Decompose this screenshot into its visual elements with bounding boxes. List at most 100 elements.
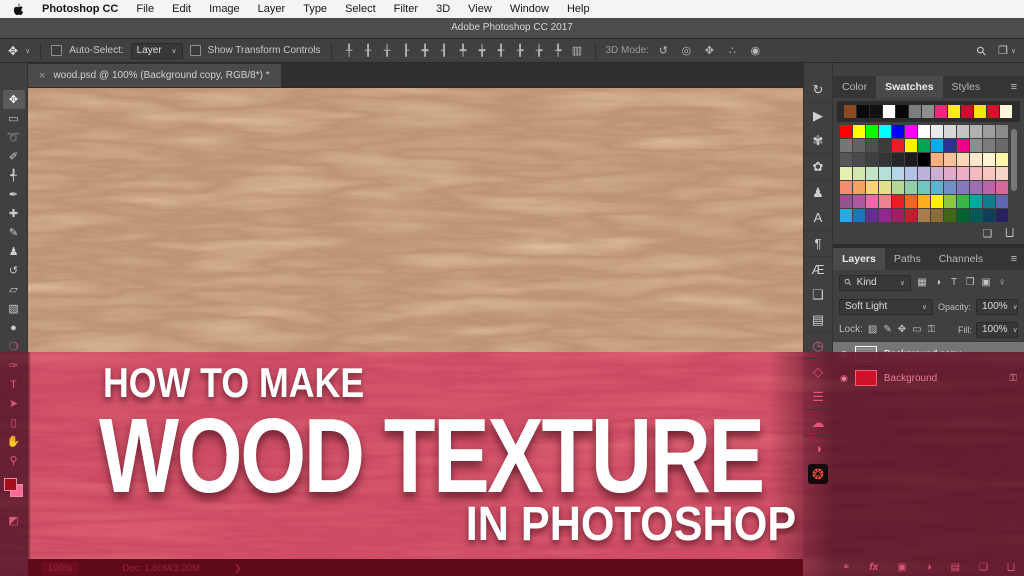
menu-item-layer[interactable]: Layer <box>258 3 286 15</box>
swatch[interactable] <box>905 125 917 138</box>
swatch[interactable] <box>996 139 1008 152</box>
swatch[interactable] <box>879 181 891 194</box>
lock-pixels-icon[interactable]: ✎ <box>883 324 891 335</box>
fill-field[interactable]: 100% ∨ <box>976 322 1018 338</box>
swatch[interactable] <box>892 139 904 152</box>
swatch[interactable] <box>931 125 943 138</box>
align-right-edges-icon[interactable]: ┨ <box>437 44 452 57</box>
3d-slide-icon[interactable]: ∴ <box>725 44 740 57</box>
recent-swatch[interactable] <box>922 105 934 118</box>
swatch[interactable] <box>905 139 917 152</box>
distribute-top-edges-icon[interactable]: ╇ <box>456 44 471 57</box>
quick-mask-button[interactable]: ◩ <box>3 511 25 530</box>
3d-panel-icon[interactable]: ◇ <box>804 358 832 384</box>
close-tab-icon[interactable]: × <box>39 70 45 82</box>
swatches-tab-color[interactable]: Color <box>833 76 876 98</box>
recent-swatch[interactable] <box>1000 105 1012 118</box>
layer-row[interactable]: ◉Background⚿ <box>833 366 1024 390</box>
swatch[interactable] <box>853 181 865 194</box>
swatch[interactable] <box>892 209 904 222</box>
swatch[interactable] <box>918 125 930 138</box>
swatch[interactable] <box>931 153 943 166</box>
swatch[interactable] <box>866 153 878 166</box>
layer-comps-panel-icon[interactable]: ❏ <box>804 282 832 307</box>
swatch[interactable] <box>983 167 995 180</box>
workspace-switcher[interactable]: ❐∨ <box>998 44 1016 57</box>
layers-tab-paths[interactable]: Paths <box>885 248 930 270</box>
swatches-panel-menu-icon[interactable]: ≡ <box>1004 76 1024 98</box>
swatch[interactable] <box>970 125 982 138</box>
filter-adjustment-layers-icon[interactable]: ◑ <box>931 277 945 288</box>
tool-preset-chevron-icon[interactable]: ∨ <box>25 47 30 55</box>
visibility-eye-icon[interactable]: ◉ <box>840 373 848 384</box>
swatch[interactable] <box>944 125 956 138</box>
swatch[interactable] <box>996 181 1008 194</box>
auto-align-layers-icon[interactable]: ▥ <box>570 44 585 57</box>
swatch[interactable] <box>892 181 904 194</box>
new-swatch-icon[interactable]: ❏ <box>982 227 992 240</box>
layer-thumbnail[interactable] <box>855 370 877 386</box>
swatch[interactable] <box>918 209 930 222</box>
swatch[interactable] <box>957 153 969 166</box>
swatch[interactable] <box>840 209 852 222</box>
brush-tool[interactable]: ✎ <box>3 223 25 242</box>
adjustment-layer-icon[interactable]: ◑ <box>926 562 932 573</box>
layers-panel-menu-icon[interactable]: ≡ <box>1004 248 1024 270</box>
layer-group-icon[interactable]: ▤ <box>951 562 960 573</box>
blur-tool[interactable]: ● <box>3 318 25 337</box>
swatch[interactable] <box>944 195 956 208</box>
swatch[interactable] <box>879 167 891 180</box>
distribute-vertical-centers-icon[interactable]: ╈ <box>475 44 490 57</box>
auto-select-checkbox[interactable] <box>51 45 62 56</box>
swatch[interactable] <box>866 181 878 194</box>
swatch[interactable] <box>892 195 904 208</box>
link-layers-icon[interactable]: ⚭ <box>842 562 850 573</box>
swatch[interactable] <box>996 125 1008 138</box>
menu-app-name[interactable]: Photoshop CC <box>42 3 118 15</box>
zoom-tool[interactable]: ⚲ <box>3 451 25 470</box>
move-tool[interactable]: ✥ <box>3 90 25 109</box>
swatch[interactable] <box>840 139 852 152</box>
lock-position-icon[interactable]: ✥ <box>898 324 906 335</box>
timeline-panel-icon[interactable]: ◷ <box>804 332 832 358</box>
swatch[interactable] <box>983 195 995 208</box>
brush-presets-panel-icon[interactable]: ✾ <box>804 128 832 153</box>
swatches-tab-styles[interactable]: Styles <box>943 76 990 98</box>
distribute-bottom-edges-icon[interactable]: ╉ <box>494 44 509 57</box>
swatch[interactable] <box>905 153 917 166</box>
swatch[interactable] <box>840 125 852 138</box>
swatch[interactable] <box>996 167 1008 180</box>
align-vertical-centers-icon[interactable]: ╂ <box>361 44 376 57</box>
swatch[interactable] <box>931 167 943 180</box>
swatch[interactable] <box>892 125 904 138</box>
filter-toggle-icon[interactable]: ♀ <box>995 277 1009 288</box>
recent-swatch[interactable] <box>974 105 986 118</box>
swatch[interactable] <box>840 153 852 166</box>
menu-item-image[interactable]: Image <box>209 3 240 15</box>
menu-item-filter[interactable]: Filter <box>394 3 418 15</box>
swatch[interactable] <box>944 181 956 194</box>
foreground-color-swatch[interactable] <box>4 478 17 491</box>
filter-pixel-layers-icon[interactable]: ▦ <box>915 277 929 288</box>
swatch[interactable] <box>931 181 943 194</box>
layers-tab-channels[interactable]: Channels <box>930 248 992 270</box>
hand-tool[interactable]: ✋ <box>3 432 25 451</box>
align-left-edges-icon[interactable]: ┠ <box>399 44 414 57</box>
3d-orbit-icon[interactable]: ↺ <box>656 44 671 57</box>
layers-tab-layers[interactable]: Layers <box>833 248 885 270</box>
swatch[interactable] <box>853 125 865 138</box>
swatch[interactable] <box>983 209 995 222</box>
recent-swatch[interactable] <box>857 105 869 118</box>
align-horizontal-centers-icon[interactable]: ╋ <box>418 44 433 57</box>
swatch[interactable] <box>879 125 891 138</box>
recent-swatch[interactable] <box>883 105 895 118</box>
swatch[interactable] <box>957 167 969 180</box>
opacity-field[interactable]: 100% ∨ <box>976 299 1018 315</box>
lock-artboard-icon[interactable]: ▭ <box>912 324 921 335</box>
swatch[interactable] <box>931 195 943 208</box>
swatch[interactable] <box>892 153 904 166</box>
swatch[interactable] <box>918 153 930 166</box>
menu-item-type[interactable]: Type <box>303 3 327 15</box>
distribute-right-edges-icon[interactable]: ╄ <box>551 44 566 57</box>
3d-camera-icon[interactable]: ◉ <box>748 44 763 57</box>
